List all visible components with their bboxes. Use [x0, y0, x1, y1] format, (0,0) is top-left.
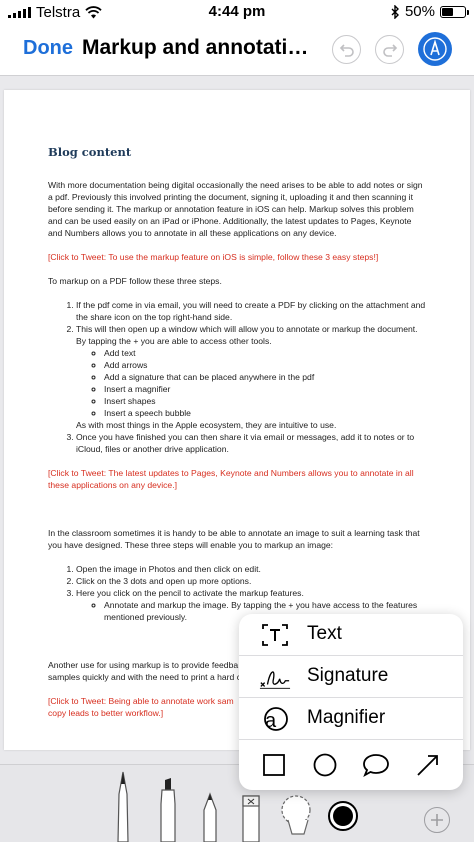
- highlighter-icon[interactable]: [155, 764, 181, 842]
- list-item: Insert shapes: [104, 395, 426, 407]
- bluetooth-icon: [391, 4, 399, 19]
- done-button[interactable]: Done: [23, 37, 73, 60]
- plus-icon: [431, 814, 443, 826]
- list-item-text: Here you click on the pencil to activate…: [76, 588, 304, 598]
- list-item-text: This will then open up a window which wi…: [76, 324, 418, 346]
- nav-bar: Done Markup and annotation...: [0, 24, 474, 76]
- undo-icon: [339, 43, 354, 57]
- menu-item-label: Signature: [307, 665, 389, 686]
- pdf-steps-intro: To markup on a PDF follow these three st…: [48, 276, 222, 286]
- menu-item-magnifier[interactable]: a Magnifier: [239, 698, 463, 740]
- list-item: Insert a speech bubble: [104, 407, 426, 419]
- list-item: Click on the 3 dots and open up more opt…: [76, 575, 426, 587]
- square-icon[interactable]: [259, 750, 289, 780]
- document-title: Markup and annotation...: [82, 36, 318, 59]
- battery-fill: [442, 7, 453, 16]
- add-tool-button[interactable]: [424, 807, 450, 833]
- svg-text:a: a: [265, 710, 277, 732]
- list-item: Add a signature that can be placed anywh…: [104, 371, 426, 383]
- list-item: Add arrows: [104, 359, 426, 371]
- status-bar: Telstra 4:44 pm 50%: [0, 0, 474, 24]
- redo-icon: [382, 43, 397, 57]
- tools-list: Add text Add arrows Add a signature that…: [104, 347, 426, 419]
- tweet-link-2[interactable]: [Click to Tweet: The latest updates to P…: [48, 467, 426, 491]
- list-item: If the pdf come in via email, you will n…: [76, 299, 426, 323]
- list-item: Open the image in Photos and then click …: [76, 563, 426, 575]
- list-item: Insert a magnifier: [104, 383, 426, 395]
- magnifier-icon: a: [259, 704, 291, 734]
- document-heading: Blog content: [48, 145, 132, 159]
- menu-item-label: Magnifier: [307, 707, 386, 728]
- markup-toggle-button[interactable]: [418, 32, 452, 66]
- menu-item-text[interactable]: Text: [239, 614, 463, 656]
- battery-icon: [440, 5, 469, 18]
- list-item: This will then open up a window which wi…: [76, 323, 426, 431]
- list-item: Add text: [104, 347, 426, 359]
- menu-item-signature[interactable]: Signature: [239, 656, 463, 698]
- circle-icon[interactable]: [310, 750, 340, 780]
- intro-paragraph: With more documentation being digital oc…: [48, 180, 423, 238]
- tweet-link-1[interactable]: [Click to Tweet: To use the markup featu…: [48, 251, 426, 263]
- speech-bubble-icon[interactable]: [361, 750, 391, 780]
- markup-pen-icon: [423, 37, 447, 61]
- classroom-intro: In the classroom sometimes it is handy t…: [48, 528, 420, 550]
- redo-button[interactable]: [375, 35, 404, 64]
- color-picker-button[interactable]: [328, 801, 358, 831]
- pencil-icon[interactable]: [197, 764, 223, 842]
- signature-icon: [259, 662, 291, 692]
- status-right: 50%: [391, 3, 469, 20]
- tools-after-text: As with most things in the Apple ecosyst…: [76, 420, 337, 430]
- battery-percent: 50%: [404, 3, 435, 20]
- shapes-row: [239, 746, 463, 784]
- undo-button[interactable]: [332, 35, 361, 64]
- selected-color-swatch: [333, 806, 353, 826]
- add-tools-popup: Text Signature a Magnifier: [239, 614, 463, 790]
- pen-icon[interactable]: [110, 764, 136, 842]
- text-box-icon: [259, 620, 291, 650]
- pdf-steps-list: If the pdf come in via email, you will n…: [76, 299, 426, 455]
- list-item: Once you have finished you can then shar…: [76, 431, 426, 455]
- arrow-icon[interactable]: [413, 750, 443, 780]
- menu-item-label: Text: [307, 623, 342, 644]
